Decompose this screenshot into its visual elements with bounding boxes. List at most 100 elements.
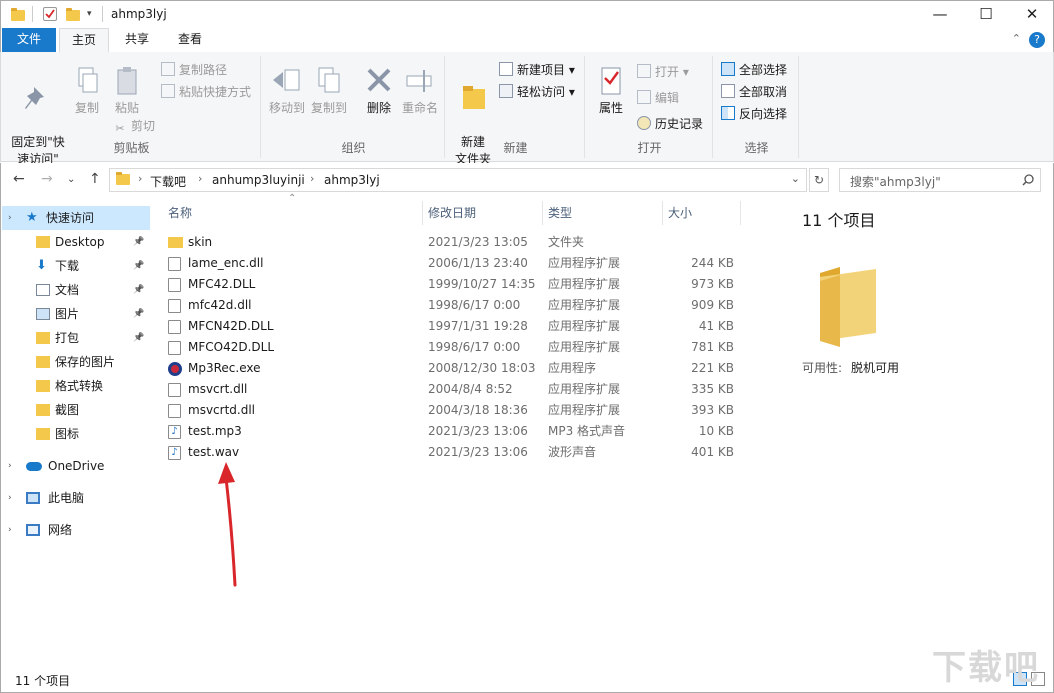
file-size: 909 KB (662, 295, 734, 316)
file-type: 应用程序扩展 (548, 295, 620, 316)
tab-file[interactable]: 文件 (2, 28, 56, 52)
file-row[interactable]: MFC42.DLL1999/10/27 14:35应用程序扩展973 KB (162, 274, 782, 295)
properties-quick-icon[interactable] (43, 7, 57, 21)
column-header-type[interactable]: 类型 (548, 203, 572, 229)
nav-label: 网络 (48, 518, 72, 542)
paste-button[interactable]: 粘贴 (109, 66, 145, 117)
file-row[interactable]: MFCO42D.DLL1998/6/17 0:00应用程序扩展781 KB (162, 337, 782, 358)
expand-arrow-icon[interactable]: › (8, 454, 12, 478)
easy-access-button[interactable]: 轻松访问 ▾ (499, 82, 575, 102)
folder-icon (36, 332, 50, 344)
address-field[interactable]: › 下载吧 › anhump3luyinji › ahmp3lyj ⌄ (109, 168, 807, 192)
file-row[interactable]: msvcrt.dll2004/8/4 8:52应用程序扩展335 KB (162, 379, 782, 400)
column-header-name[interactable]: 名称 (168, 203, 192, 229)
help-icon[interactable]: ? (1029, 32, 1045, 48)
nav-onedrive[interactable]: › OneDrive (2, 454, 150, 478)
nav-item[interactable]: 文档📌 (2, 278, 150, 302)
file-row[interactable]: lame_enc.dll2006/1/13 23:40应用程序扩展244 KB (162, 253, 782, 274)
cut-button[interactable]: ✂剪切 (113, 116, 155, 136)
column-divider[interactable] (740, 201, 741, 225)
pin-icon[interactable]: 📌 (133, 302, 144, 326)
nav-item[interactable]: ⬇下载📌 (2, 254, 150, 278)
file-name: msvcrt.dll (188, 379, 247, 400)
breadcrumb-separator: › (310, 172, 314, 185)
search-input[interactable]: 搜索"ahmp3lyj" (839, 168, 1041, 192)
minimize-button[interactable]: — (917, 1, 963, 29)
breadcrumb-item[interactable]: ahmp3lyj (324, 173, 380, 187)
file-date: 1997/1/31 19:28 (428, 316, 528, 337)
dll-icon (168, 383, 181, 397)
copy-path-button[interactable]: 复制路径 (161, 60, 227, 80)
nav-label: 截图 (55, 398, 79, 422)
nav-label: 此电脑 (48, 486, 84, 510)
expand-arrow-icon[interactable]: › (8, 206, 12, 230)
nav-item[interactable]: 打包📌 (2, 326, 150, 350)
file-row[interactable]: mfc42d.dll1998/6/17 0:00应用程序扩展909 KB (162, 295, 782, 316)
file-row[interactable]: Mp3Rec.exe2008/12/30 18:03应用程序221 KB (162, 358, 782, 379)
maximize-button[interactable]: ☐ (963, 1, 1009, 29)
dll-icon (168, 320, 181, 334)
nav-quick-access[interactable]: › ★ 快速访问 (2, 206, 150, 230)
cloud-icon (26, 462, 42, 471)
organize-group: 移动到 复制到 删除 重命名 组织 (263, 56, 445, 158)
address-dropdown-icon[interactable]: ⌄ (791, 172, 800, 185)
tab-home[interactable]: 主页 (59, 28, 109, 52)
nav-item[interactable]: 图片📌 (2, 302, 150, 326)
file-row[interactable]: ♪test.wav2021/3/23 13:06波形声音401 KB (162, 442, 782, 463)
pin-icon[interactable]: 📌 (133, 278, 144, 302)
expand-arrow-icon[interactable]: › (8, 518, 12, 542)
open-button[interactable]: 打开 ▾ (637, 62, 689, 82)
customize-toolbar-icon[interactable]: ▾ (87, 9, 101, 23)
nav-item[interactable]: 格式转换 (2, 374, 150, 398)
pin-icon[interactable]: 📌 (133, 254, 144, 278)
file-row[interactable]: ♪test.mp32021/3/23 13:06MP3 格式声音10 KB (162, 421, 782, 442)
breadcrumb-item[interactable]: 下载吧 (150, 173, 186, 190)
new-folder-quick-icon[interactable] (66, 7, 80, 21)
new-item-button[interactable]: 新建项目 ▾ (499, 60, 575, 80)
nav-label: OneDrive (48, 454, 104, 478)
expand-arrow-icon[interactable]: › (8, 486, 12, 510)
copy-button[interactable]: 复制 (69, 66, 105, 117)
delete-button[interactable]: 删除 (361, 66, 397, 117)
nav-item[interactable]: 保存的图片 (2, 350, 150, 374)
file-row[interactable]: MFCN42D.DLL1997/1/31 19:28应用程序扩展41 KB (162, 316, 782, 337)
nav-this-pc[interactable]: › 此电脑 (2, 486, 150, 510)
select-none-button[interactable]: 全部取消 (721, 82, 787, 102)
copy-to-button[interactable]: 复制到 (309, 66, 349, 117)
move-to-button[interactable]: 移动到 (267, 66, 307, 117)
tab-view[interactable]: 查看 (165, 28, 215, 52)
folder-icon (11, 7, 25, 21)
edit-button[interactable]: 编辑 (637, 88, 679, 108)
history-button[interactable]: 历史记录 (637, 114, 703, 134)
rename-button[interactable]: 重命名 (399, 66, 441, 117)
pin-icon[interactable]: 📌 (133, 230, 144, 254)
back-icon[interactable]: ← (13, 171, 25, 187)
column-divider[interactable] (422, 201, 423, 225)
properties-button[interactable]: 属性 (591, 66, 631, 117)
column-header-size[interactable]: 大小 (668, 203, 692, 229)
column-divider[interactable] (542, 201, 543, 225)
copy-icon (71, 66, 103, 96)
recent-locations-icon[interactable]: ⌄ (67, 174, 75, 185)
column-header-date[interactable]: 修改日期 (428, 203, 476, 229)
nav-network[interactable]: › 网络 (2, 518, 150, 542)
refresh-icon[interactable]: ↻ (809, 168, 829, 192)
collapse-ribbon-icon[interactable]: ⌃ (1012, 32, 1021, 45)
nav-item[interactable]: Desktop📌 (2, 230, 150, 254)
nav-item[interactable]: 图标 (2, 422, 150, 446)
file-row[interactable]: skin2021/3/23 13:05文件夹 (162, 232, 782, 253)
file-type: 应用程序 (548, 358, 596, 379)
forward-icon[interactable]: → (41, 171, 53, 187)
pin-icon[interactable]: 📌 (133, 326, 144, 350)
download-icon: ⬇ (36, 260, 50, 272)
up-icon[interactable]: ↑ (89, 171, 101, 187)
breadcrumb-item[interactable]: anhump3luyinji (212, 173, 305, 187)
select-all-button[interactable]: 全部选择 (721, 60, 787, 80)
file-row[interactable]: msvcrtd.dll2004/3/18 18:36应用程序扩展393 KB (162, 400, 782, 421)
close-button[interactable]: ✕ (1009, 1, 1054, 29)
invert-selection-button[interactable]: 反向选择 (721, 104, 787, 124)
nav-item[interactable]: 截图 (2, 398, 150, 422)
tab-share[interactable]: 共享 (111, 28, 163, 52)
paste-shortcut-button[interactable]: 粘贴快捷方式 (161, 82, 251, 102)
column-divider[interactable] (662, 201, 663, 225)
